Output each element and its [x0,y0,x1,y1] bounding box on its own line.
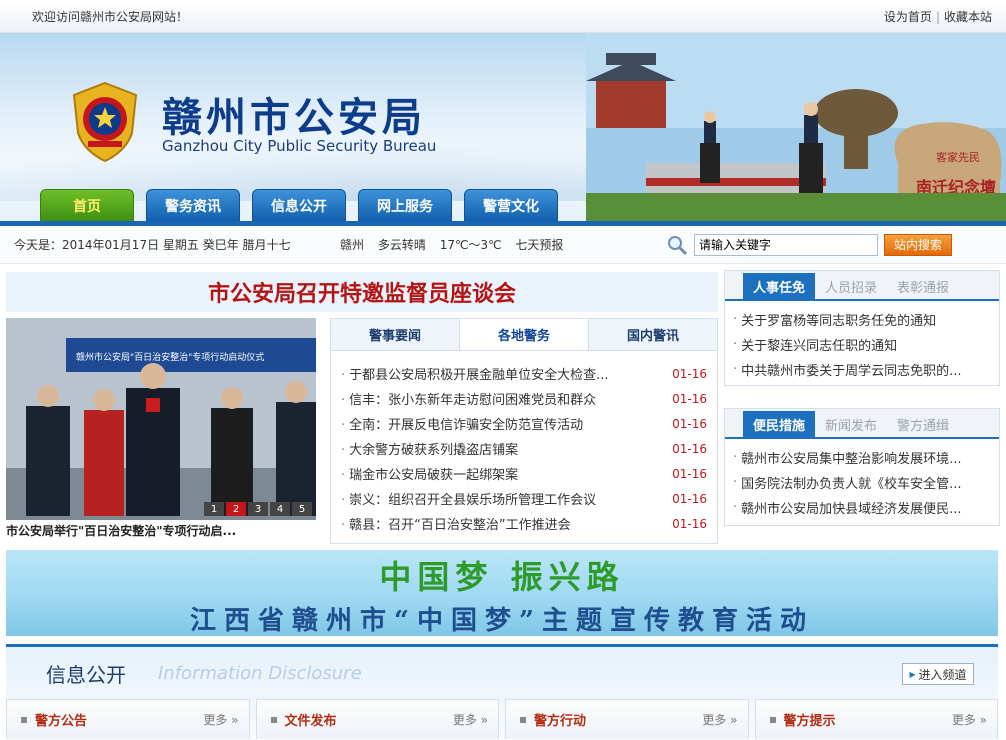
convenience-tabs: 便民措施 新闻发布 警方通缉 [725,409,999,439]
news-photo-slider[interactable]: 赣州市公安局"百日治安整治"专项行动启动仪式 1 2 3 4 5 [6,318,316,520]
link-separator: | [935,9,940,24]
nav-tab-home[interactable]: 首页 [40,189,134,221]
more-link[interactable]: 更多 » [203,711,238,728]
nav-tab-info-disclosure[interactable]: 信息公开 [252,189,346,221]
tab-local-police[interactable]: 各地警务 [459,319,589,350]
more-link[interactable]: 更多 » [702,711,737,728]
enter-channel-button[interactable]: ▸ 进入频道 [902,663,974,685]
tab-recruitment[interactable]: 人员招录 [815,273,887,299]
site-header: 赣州市公安局 Ganzhou City Public Security Bure… [0,33,1006,221]
welcome-text: 欢迎访问赣州市公安局网站！ [32,9,189,24]
photo-pager: 1 2 3 4 5 [204,502,312,516]
photo-page-4[interactable]: 4 [270,502,290,516]
convenience-box: 便民措施 新闻发布 警方通缉 赣州市公安局集中整治影响发展环境... 国务院法制… [724,408,1000,526]
section-title-en: Information Disclosure [158,663,362,684]
top-links: 设为首页 | 收藏本站 [884,8,992,25]
weather-desc: 多云转晴 [377,238,426,252]
more-link[interactable]: 更多 » [453,711,488,728]
main-content: 市公安局召开特邀监督员座谈会 赣州市公安局"百日治安整治"专项行动启动仪式 1 … [0,264,1006,544]
header-scene-image: 客家先民 南迁纪念壇 [586,33,1006,221]
list-item[interactable]: 信丰：张小东新年走访慰问困难党员和群众01-16 [341,386,707,411]
news-tabs-box: 警事要闻 各地警务 国内警讯 于都县公安局积极开展金融单位安全大检查...01-… [330,318,718,544]
personnel-box: 人事任免 人员招录 表彰通报 关于罗富杨等同志职务任免的通知 关于黎连兴同志任职… [724,270,1000,386]
column-title[interactable]: 警方公告 [35,710,87,729]
list-item[interactable]: 关于罗富杨等同志职务任免的通知 [733,307,991,332]
arrow-right-icon: ▸ [909,667,916,681]
column-police-tips: 警方提示 更多 » [754,699,998,739]
top-bar: 欢迎访问赣州市公安局网站！ 设为首页 | 收藏本站 [0,0,1006,33]
info-bar: 今天是：2014年01月17日 星期五 癸巳年 腊月十七 赣州 多云转晴 17℃… [0,226,1006,264]
tab-commendation[interactable]: 表彰通报 [887,273,959,299]
list-item[interactable]: 国务院法制办负责人就《校车安全管... [733,470,991,495]
nav-tab-police-culture[interactable]: 警营文化 [464,189,558,221]
news-list: 于都县公安局积极开展金融单位安全大检查...01-16 信丰：张小东新年走访慰问… [331,351,717,536]
personnel-list: 关于罗富杨等同志职务任免的通知 关于黎连兴同志任职的通知 中共赣州市委关于周学云… [725,301,999,382]
search-area: 站内搜索 [666,233,952,256]
column-title[interactable]: 警方提示 [784,710,836,729]
convenience-list: 赣州市公安局集中整治影响发展环境... 国务院法制办负责人就《校车安全管... … [725,439,999,520]
photo-banner-text: 赣州市公安局"百日治安整治"专项行动启动仪式 [76,351,264,363]
current-date: 今天是：2014年01月17日 星期五 癸巳年 腊月十七 [14,238,291,252]
tab-convenience-measures[interactable]: 便民措施 [743,411,815,437]
section-title: 信息公开 [46,663,126,687]
column-police-notice: 警方公告 更多 » [6,699,250,739]
site-title-en: Ganzhou City Public Security Bureau [162,137,437,155]
china-dream-banner[interactable]: 中国梦 振兴路 江西省赣州市“中国梦”主题宣传教育活动 [6,550,998,636]
weather-forecast-link[interactable]: 七天预报 [515,238,563,252]
stone-inscription-top: 客家先民 [936,150,980,164]
photo-caption[interactable]: 市公安局举行"百日治安整治"专项行动启... [6,522,316,539]
photo-page-5[interactable]: 5 [292,502,312,516]
police-emblem-icon [72,81,138,163]
photo-page-2[interactable]: 2 [226,502,246,516]
tab-wanted[interactable]: 警方通缉 [887,411,959,437]
nav-tab-online-service[interactable]: 网上服务 [358,189,452,221]
list-item[interactable]: 崇义：组织召开全县娱乐场所管理工作会议01-16 [341,486,707,511]
list-item[interactable]: 瑞金市公安局破获一起绑架案01-16 [341,461,707,486]
weather-city: 赣州 [340,238,365,252]
bullet-icon [270,716,277,723]
more-link[interactable]: 更多 » [952,711,987,728]
column-title[interactable]: 警方行动 [534,710,586,729]
news-tabs: 警事要闻 各地警务 国内警讯 [331,319,717,351]
list-item[interactable]: 赣州市公安局加快县域经济发展便民... [733,495,991,520]
enter-channel-label: 进入频道 [918,667,967,682]
banner-line-2: 江西省赣州市“中国梦”主题宣传教育活动 [190,606,814,636]
weather-temp: 17℃～3℃ [439,238,502,252]
list-item[interactable]: 大余警方破获系列撬盗店铺案01-16 [341,436,707,461]
banner-line-1: 中国梦 振兴路 [379,558,625,596]
list-item[interactable]: 于都县公安局积极开展金融单位安全大检查...01-16 [341,361,707,386]
headline-title[interactable]: 市公安局召开特邀监督员座谈会 [6,272,718,312]
column-police-action: 警方行动 更多 » [505,699,749,739]
bullet-icon [769,716,776,723]
bullet-icon [21,716,27,723]
list-item[interactable]: 关于黎连兴同志任职的通知 [733,332,991,357]
nav-tab-police-news[interactable]: 警务资讯 [146,189,240,221]
info-disclosure-section: 信息公开 Information Disclosure ▸ 进入频道 警方公告 … [6,644,998,740]
search-input[interactable] [694,233,878,256]
list-item[interactable]: 赣县：召开“百日治安整治”工作推进会01-16 [341,511,707,536]
tab-personnel-appointment[interactable]: 人事任免 [743,273,815,299]
column-document-release: 文件发布 更多 » [255,699,499,739]
search-icon [668,235,688,255]
list-item[interactable]: 全南：开展反电信诈骗安全防范宣传活动01-16 [341,411,707,436]
tab-domestic-police[interactable]: 国内警讯 [589,319,717,350]
disclosure-columns: 警方公告 更多 » 文件发布 更多 » 警方行动 更多 » 警方提示 更多 » [6,699,998,739]
bookmark-link[interactable]: 收藏本站 [944,10,992,24]
weather-info: 赣州 多云转晴 17℃～3℃ 七天预报 [340,236,573,253]
set-home-link[interactable]: 设为首页 [884,10,932,24]
tab-police-headlines[interactable]: 警事要闻 [331,319,459,350]
list-item[interactable]: 赣州市公安局集中整治影响发展环境... [733,445,991,470]
site-title: 赣州市公安局 [162,94,426,141]
main-nav: 首页 警务资讯 信息公开 网上服务 警营文化 [40,189,558,221]
bullet-icon [520,716,526,723]
photo-page-1[interactable]: 1 [204,502,224,516]
list-item[interactable]: 中共赣州市委关于周学云同志免职的... [733,357,991,382]
site-search-button[interactable]: 站内搜索 [884,233,952,256]
column-title[interactable]: 文件发布 [285,710,337,729]
tab-press-release[interactable]: 新闻发布 [815,411,887,437]
news-photo-image: 赣州市公安局"百日治安整治"专项行动启动仪式 [6,318,316,520]
personnel-tabs: 人事任免 人员招录 表彰通报 [725,271,999,301]
photo-page-3[interactable]: 3 [248,502,268,516]
